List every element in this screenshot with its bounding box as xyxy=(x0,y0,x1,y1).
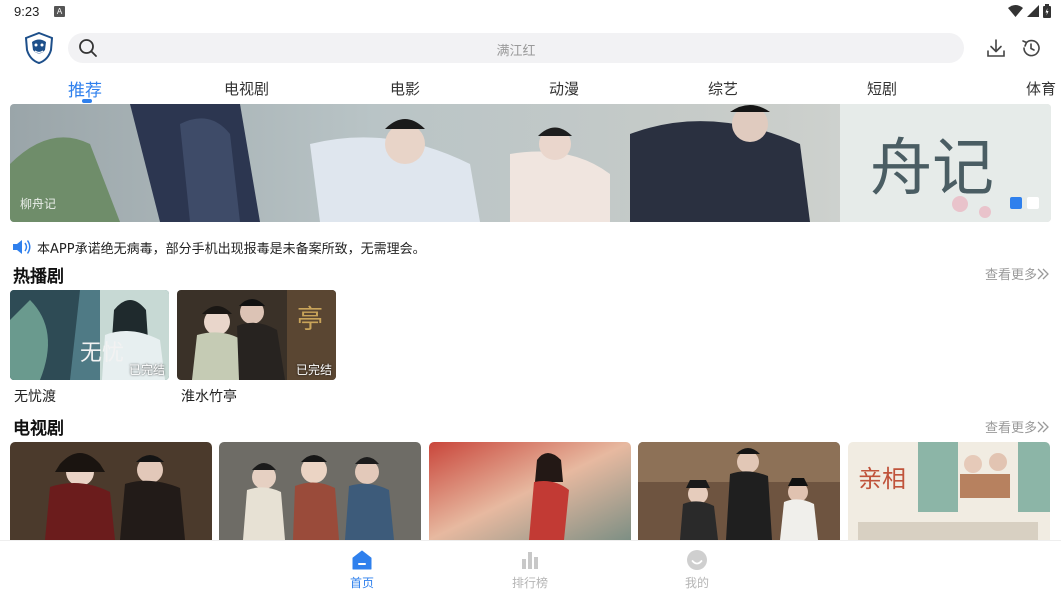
battery-icon xyxy=(1043,4,1051,18)
nav-profile[interactable]: 我的 xyxy=(667,549,727,591)
tab-sports[interactable]: 体育 xyxy=(1026,78,1056,99)
banner-caption: 柳舟记 xyxy=(20,197,57,211)
banner-title-art: 舟记 xyxy=(870,131,994,204)
poster-image: 亲相 xyxy=(848,442,1050,540)
drama-title: 无忧渡 xyxy=(14,389,56,405)
tv-series-card[interactable] xyxy=(638,442,840,540)
wifi-icon xyxy=(1008,4,1023,17)
nav-home[interactable]: 首页 xyxy=(332,549,392,591)
notification-icon: A xyxy=(54,6,65,17)
carousel-dot-active[interactable] xyxy=(1010,197,1022,209)
nav-ranking[interactable]: 排行榜 xyxy=(500,549,560,591)
ranking-icon xyxy=(522,552,538,569)
drama-title: 淮水竹亭 xyxy=(181,389,237,405)
status-bar: 9:23 A xyxy=(0,0,1061,24)
tab-anime[interactable]: 动漫 xyxy=(549,78,579,99)
banner-image: 舟记 xyxy=(10,104,1051,222)
tv-see-more-link[interactable]: 查看更多 xyxy=(985,417,1049,436)
hot-section-title: 热播剧 xyxy=(13,267,64,287)
tv-series-card[interactable] xyxy=(10,442,212,540)
bottom-nav: 首页 排行榜 我的 xyxy=(0,540,1061,596)
see-more-label: 查看更多 xyxy=(984,268,1037,283)
nav-ranking-label: 排行榜 xyxy=(511,576,548,590)
poster-image: 亭 已完结 xyxy=(177,290,336,380)
search-input[interactable]: 满江红 xyxy=(68,33,964,63)
download-icon[interactable] xyxy=(985,37,1007,59)
tab-short-drama[interactable]: 短剧 xyxy=(867,78,897,99)
speaker-icon xyxy=(13,240,31,254)
double-chevron-right-icon xyxy=(1037,268,1049,279)
nav-home-label: 首页 xyxy=(349,576,374,590)
signal-icon xyxy=(1027,5,1039,17)
tv-series-card[interactable] xyxy=(429,442,631,540)
tv-series-card[interactable]: 亲相 xyxy=(848,442,1050,540)
app-logo-icon xyxy=(24,32,54,64)
history-icon[interactable] xyxy=(1020,37,1042,59)
poster-title-art: 无忧 xyxy=(80,341,124,366)
carousel-dot[interactable] xyxy=(1027,197,1039,209)
double-chevron-right-icon xyxy=(1037,421,1049,432)
tab-movies[interactable]: 电影 xyxy=(390,78,420,99)
notice-text: 本APP承诺绝无病毒，部分手机出现报毒是未备案所致，无需理会。 xyxy=(37,241,426,257)
banner-carousel[interactable]: 舟记 柳舟记 xyxy=(10,104,1051,222)
status-badge: 已完结 xyxy=(128,363,165,377)
see-more-label: 查看更多 xyxy=(984,421,1037,436)
home-icon xyxy=(352,550,372,570)
search-placeholder: 满江红 xyxy=(496,44,536,59)
poster-image: 无忧 已完结 xyxy=(10,290,169,380)
poster-title-art: 亲相 xyxy=(858,465,906,493)
poster-image xyxy=(638,442,840,540)
carousel-indicator xyxy=(1010,197,1039,209)
active-tab-indicator xyxy=(82,99,92,103)
status-time: 9:23 xyxy=(14,4,40,19)
hot-see-more-link[interactable]: 查看更多 xyxy=(985,264,1049,283)
tv-section-title: 电视剧 xyxy=(13,419,64,439)
tv-series-card[interactable] xyxy=(219,442,421,540)
hot-drama-card[interactable]: 无忧 已完结 无忧渡 xyxy=(10,290,169,406)
hot-drama-card[interactable]: 亭 已完结 淮水竹亭 xyxy=(177,290,336,406)
status-icons xyxy=(1008,4,1051,18)
poster-image xyxy=(429,442,631,540)
status-badge: 已完结 xyxy=(295,363,332,377)
poster-image xyxy=(219,442,421,540)
profile-icon xyxy=(687,550,707,570)
category-tabs: 推荐 电视剧 电影 动漫 综艺 短剧 体育 xyxy=(0,74,1061,104)
header: 满江红 xyxy=(0,28,1061,70)
tab-tv-series[interactable]: 电视剧 xyxy=(224,78,269,99)
notice-bar: 本APP承诺绝无病毒，部分手机出现报毒是未备案所致，无需理会。 xyxy=(12,237,426,257)
nav-profile-label: 我的 xyxy=(684,576,709,590)
tab-variety[interactable]: 综艺 xyxy=(708,78,738,99)
poster-title-art: 亭 xyxy=(297,305,323,335)
tab-recommend[interactable]: 推荐 xyxy=(68,76,102,101)
poster-image xyxy=(10,442,212,540)
